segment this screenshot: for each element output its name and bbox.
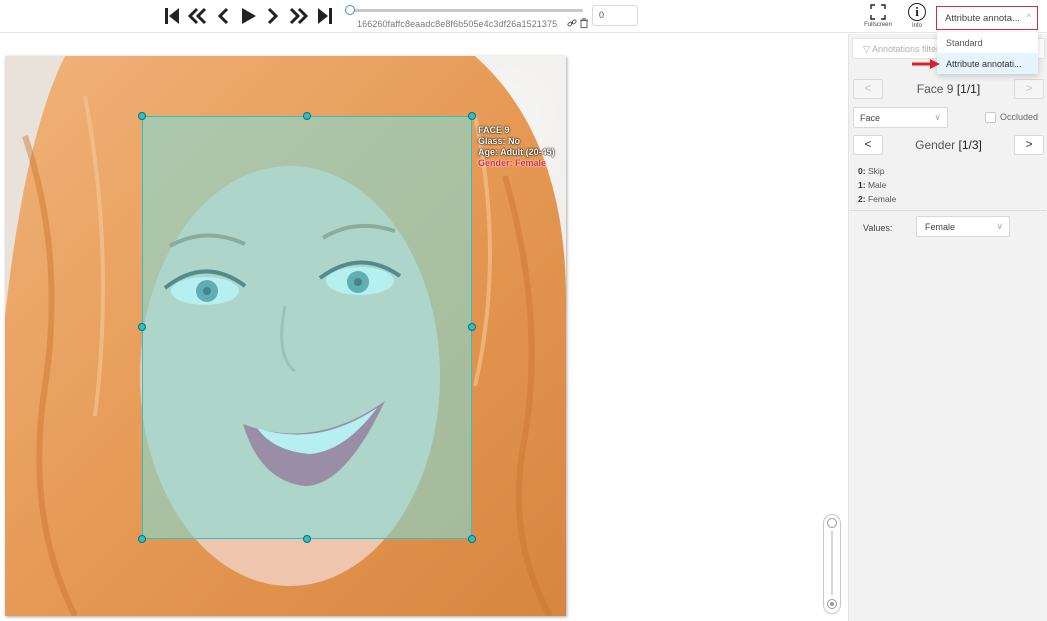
frame-slider[interactable] xyxy=(345,5,585,15)
fullscreen-icon xyxy=(870,4,886,20)
object-label-value: Face xyxy=(860,113,881,123)
previous-object-button[interactable]: < xyxy=(853,79,883,99)
previous-frame-icon[interactable] xyxy=(211,4,235,28)
attribute-counter: [1/3] xyxy=(958,138,982,152)
fast-backward-icon[interactable] xyxy=(185,4,209,28)
frame-slider-track[interactable] xyxy=(350,9,583,12)
chevron-up-icon: ^ xyxy=(1026,12,1031,22)
next-attribute-button[interactable]: > xyxy=(1014,135,1044,155)
face-bounding-box[interactable] xyxy=(142,116,472,539)
bbox-attribute-labels: FACE 9 Glass: No Age: Adult (20-45) Gend… xyxy=(478,125,555,169)
list-item: 1: Male xyxy=(858,180,887,190)
info-icon: i xyxy=(908,3,926,21)
bbox-handle-bottom-right[interactable] xyxy=(468,535,476,543)
last-frame-icon[interactable] xyxy=(313,4,337,28)
job-name: 166260faffc8eaadc8e8f6b505e4c3df26a15213… xyxy=(357,19,558,29)
red-arrow-icon xyxy=(912,59,940,69)
bbox-label-name: FACE 9 xyxy=(478,125,510,135)
mode-option-standard[interactable]: Standard xyxy=(937,32,1038,53)
mode-option-attribute-annotation[interactable]: Attribute annotati... xyxy=(937,53,1038,74)
bbox-label-age: Age: Adult (20-45) xyxy=(478,147,555,157)
occluded-checkbox[interactable] xyxy=(985,112,996,123)
list-item: 0: Skip xyxy=(858,166,885,176)
bbox-handle-middle-right[interactable] xyxy=(468,323,476,331)
attribute-annotation-sidebar: ▽ Annotations filter < Face 9 [1/1] > Fa… xyxy=(848,34,1047,621)
next-frame-icon[interactable] xyxy=(261,4,285,28)
previous-attribute-button[interactable]: < xyxy=(853,135,883,155)
delete-icon[interactable] xyxy=(579,18,589,28)
bbox-handle-top-right[interactable] xyxy=(468,112,476,120)
chevron-down-icon: ∨ xyxy=(934,112,941,122)
play-icon[interactable] xyxy=(236,4,260,28)
info-label: Info xyxy=(911,23,922,29)
filter-icon: ▽ xyxy=(863,44,870,54)
bbox-handle-top-left[interactable] xyxy=(138,112,146,120)
workspace-mode-select[interactable]: Attribute annota... ^ xyxy=(936,6,1038,30)
list-item: 2: Female xyxy=(858,194,897,204)
frame-slider-thumb[interactable] xyxy=(345,5,355,15)
frame-number-input[interactable]: 0 xyxy=(592,5,638,26)
workspace-mode-value: Attribute annota... xyxy=(945,13,1020,24)
object-counter: [1/1] xyxy=(956,82,981,96)
attribute-title: Gender [1/3] xyxy=(885,138,1012,152)
attribute-value-selected: Female xyxy=(925,222,956,232)
sidebar-divider xyxy=(849,210,1046,211)
bbox-handle-bottom-left[interactable] xyxy=(138,535,146,543)
zoom-slider-top-knob[interactable] xyxy=(827,518,837,528)
object-title: Face 9 [1/1] xyxy=(885,82,1012,96)
info-button[interactable]: i Info xyxy=(902,3,932,32)
fullscreen-label: Fullscreen xyxy=(864,22,892,28)
object-name: Face 9 xyxy=(916,82,954,96)
attribute-name: Gender xyxy=(915,138,956,152)
occluded-label: Occluded xyxy=(1000,112,1039,122)
link-icon[interactable] xyxy=(567,18,577,28)
values-label: Values: xyxy=(863,223,893,233)
zoom-slider[interactable] xyxy=(823,514,841,614)
zoom-slider-bottom-knob[interactable] xyxy=(827,599,837,609)
first-frame-icon[interactable] xyxy=(160,4,184,28)
bbox-handle-middle-left[interactable] xyxy=(138,323,146,331)
fullscreen-button[interactable]: Fullscreen xyxy=(862,4,894,32)
next-object-button[interactable]: > xyxy=(1014,79,1044,99)
bbox-label-gender: Gender: Female xyxy=(478,158,547,168)
annotation-canvas[interactable]: FACE 9 Glass: No Age: Adult (20-45) Gend… xyxy=(0,34,848,621)
chevron-down-icon: ∨ xyxy=(996,221,1003,231)
zoom-slider-rail[interactable] xyxy=(831,531,833,595)
fast-forward-icon[interactable] xyxy=(287,4,311,28)
bbox-handle-top-center[interactable] xyxy=(303,112,311,120)
bbox-handle-bottom-center[interactable] xyxy=(303,535,311,543)
top-toolbar: 166260faffc8eaadc8e8f6b505e4c3df26a15213… xyxy=(0,0,1047,33)
annotations-filter-placeholder: Annotations filter xyxy=(871,44,939,54)
bbox-label-glass: Glass: No xyxy=(478,136,521,146)
workspace-mode-dropdown: Standard Attribute annotati... xyxy=(937,32,1038,74)
attribute-value-select[interactable]: Female ∨ xyxy=(916,216,1010,237)
attribute-values-list: 0: Skip 1: Male 2: Female xyxy=(858,164,896,206)
object-label-select[interactable]: Face ∨ xyxy=(853,107,948,128)
